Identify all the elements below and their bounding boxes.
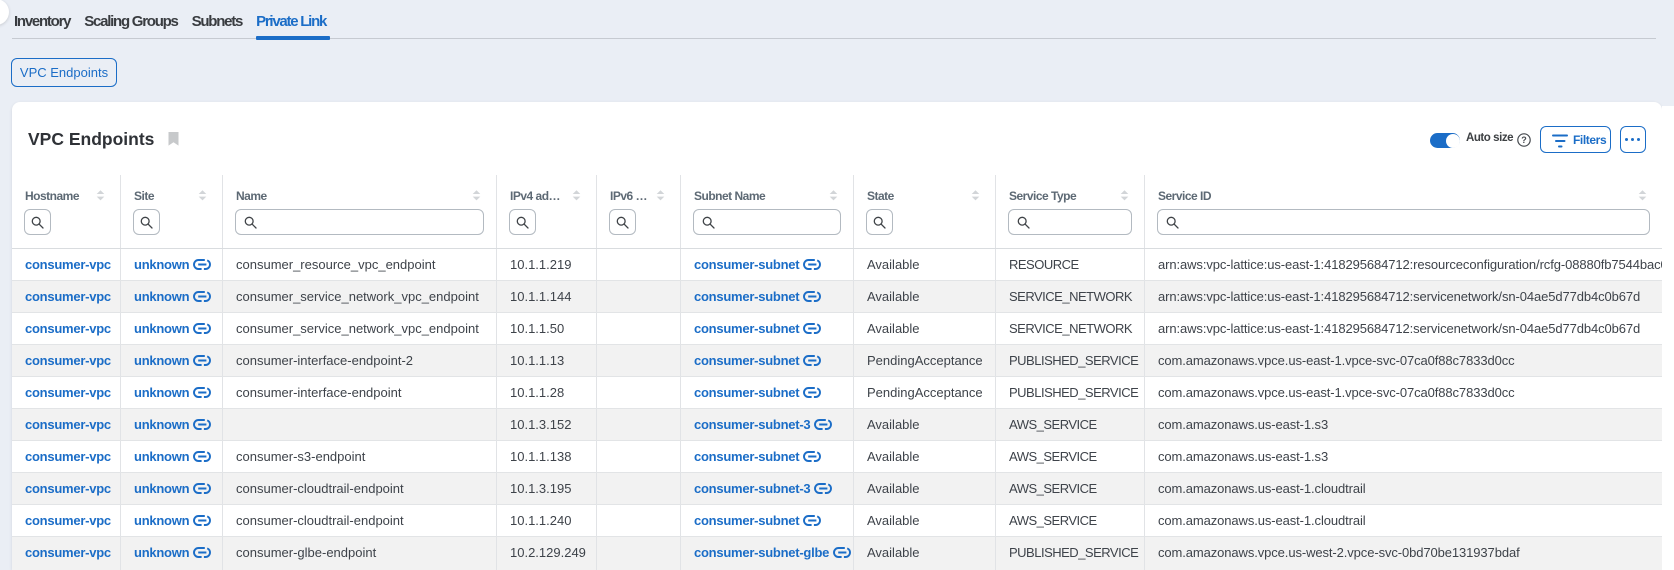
svg-text:?: ? xyxy=(1521,135,1527,145)
